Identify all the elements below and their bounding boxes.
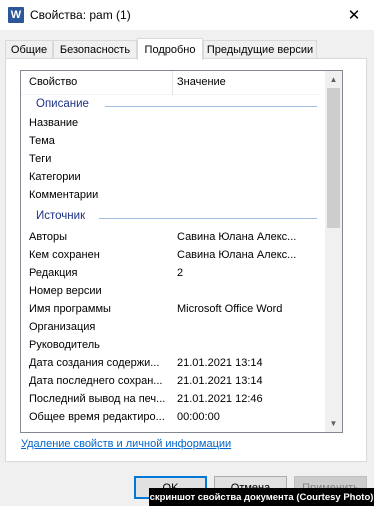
property-name: Кем сохранен <box>29 249 100 261</box>
scroll-up-icon[interactable]: ▲ <box>325 71 342 88</box>
list-header: Свойство Значение <box>21 71 321 95</box>
group-description: Описание <box>21 97 321 115</box>
list-row[interactable]: Дата создания содержи... 21.01.2021 13:14 <box>21 355 321 373</box>
property-name: Имя программы <box>29 303 111 315</box>
vertical-scrollbar[interactable]: ▲ ▼ <box>325 71 342 432</box>
group-divider <box>105 106 317 107</box>
close-button[interactable]: ✕ <box>334 0 374 30</box>
remove-properties-link[interactable]: Удаление свойств и личной информации <box>21 438 231 450</box>
list-row[interactable]: Руководитель <box>21 337 321 355</box>
property-name: Последний вывод на печ... <box>29 393 166 405</box>
property-value: 21.01.2021 12:46 <box>177 393 263 405</box>
property-name: Тема <box>29 135 55 147</box>
property-value: Савина Юлана Алекс... <box>177 231 297 243</box>
column-header-property[interactable]: Свойство <box>29 76 77 88</box>
property-name: Номер версии <box>29 285 102 297</box>
property-name: Организация <box>29 321 96 333</box>
list-row[interactable]: Редакция 2 <box>21 265 321 283</box>
property-name: Авторы <box>29 231 67 243</box>
list-row[interactable]: Имя программы Microsoft Office Word <box>21 301 321 319</box>
property-value: 21.01.2021 13:14 <box>177 357 263 369</box>
property-value: Савина Юлана Алекс... <box>177 249 297 261</box>
properties-list[interactable]: Свойство Значение Описание Название Тема… <box>20 70 343 433</box>
tab-general[interactable]: Общие <box>5 40 53 59</box>
property-name: Общее время редактиро... <box>29 411 165 423</box>
group-source: Источник <box>21 209 321 227</box>
list-row[interactable]: Последний вывод на печ... 21.01.2021 12:4… <box>21 391 321 409</box>
list-row[interactable]: Комментарии <box>21 187 321 205</box>
list-row[interactable]: Тема <box>21 133 321 151</box>
group-label: Описание <box>36 98 89 110</box>
details-panel: Свойство Значение Описание Название Тема… <box>5 58 367 462</box>
list-row[interactable]: Название <box>21 115 321 133</box>
tab-previous-versions[interactable]: Предыдущие версии <box>203 40 317 59</box>
group-label: Источник <box>36 210 86 222</box>
property-name: Теги <box>29 153 52 165</box>
list-row[interactable]: Номер версии <box>21 283 321 301</box>
property-name: Редакция <box>29 267 78 279</box>
window-title: Свойства: pam (1) <box>30 8 131 22</box>
word-app-icon: W <box>8 7 24 23</box>
title-bar: W Свойства: pam (1) ✕ <box>0 0 374 30</box>
list-row[interactable]: Общее время редактиро... 00:00:00 <box>21 409 321 427</box>
tab-details[interactable]: Подробно <box>137 38 203 60</box>
list-row[interactable]: Теги <box>21 151 321 169</box>
list-row[interactable]: Дата последнего сохран... 21.01.2021 13:1… <box>21 373 321 391</box>
list-row[interactable]: Авторы Савина Юлана Алекс... <box>21 229 321 247</box>
group-divider <box>99 218 317 219</box>
column-separator[interactable] <box>172 71 173 95</box>
photo-caption: скриншот свойства документа (Courtesy Ph… <box>149 488 374 506</box>
property-value: Microsoft Office Word <box>177 303 283 315</box>
scroll-down-icon[interactable]: ▼ <box>325 415 342 432</box>
list-row[interactable]: Организация <box>21 319 321 337</box>
property-name: Руководитель <box>29 339 100 351</box>
property-value: 21.01.2021 13:14 <box>177 375 263 387</box>
scrollbar-thumb[interactable] <box>327 88 340 228</box>
property-value: 2 <box>177 267 184 279</box>
tab-security[interactable]: Безопасность <box>53 40 137 59</box>
column-header-value[interactable]: Значение <box>177 76 226 88</box>
property-name: Дата создания содержи... <box>29 357 160 369</box>
property-name: Название <box>29 117 79 129</box>
property-value: 00:00:00 <box>177 411 220 423</box>
list-row[interactable]: Кем сохранен Савина Юлана Алекс... <box>21 247 321 265</box>
list-row[interactable]: Категории <box>21 169 321 187</box>
property-name: Дата последнего сохран... <box>29 375 163 387</box>
property-name: Комментарии <box>29 189 99 201</box>
property-name: Категории <box>29 171 81 183</box>
